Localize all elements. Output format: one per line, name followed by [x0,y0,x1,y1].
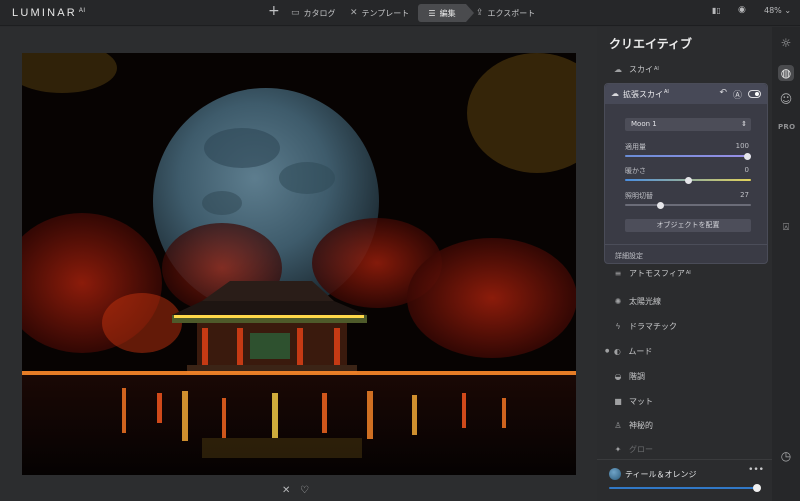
preset-bar: ティール＆オレンジ ••• [597,459,772,501]
active-dot-icon: ● [605,348,610,354]
favorite-heart-icon[interactable]: ♡ [300,485,309,496]
templates-icon: ✕ [350,8,358,18]
ai-badge: AI [664,89,669,95]
sun-essentials-icon[interactable]: ☼ [778,35,794,51]
preset-amount-knob[interactable] [753,484,761,492]
photo-moon-pavilion [22,53,576,475]
slider-amount-value: 100 [735,142,749,150]
export-button[interactable]: ⇪ エクスポート [476,4,535,22]
advanced-settings-row[interactable]: 詳細設定 [605,244,767,264]
atmosphere-icon: ≡ [614,268,622,278]
slider-warmth-label: 暖かさ [625,167,646,175]
templates-button[interactable]: ✕ テンプレート [350,4,409,22]
slider-relight[interactable] [625,201,751,209]
edit-history-icon[interactable]: ⍓ [778,219,794,235]
cloud-icon: ☁ [614,64,622,74]
enable-toggle[interactable] [748,90,761,98]
card-header[interactable]: ☁ 拡張スカイAI ↶ Ⓐ [605,84,767,104]
tool-mystical[interactable]: ♙ 神秘的 [613,418,653,432]
preset-thumbnail[interactable] [609,468,621,480]
augmented-sky-card: ☁ 拡張スカイAI ↶ Ⓐ Moon 1 ⇕ 適用量 100 暖かさ 0 照明切… [604,83,768,264]
add-photos-button[interactable]: + [268,3,280,19]
tool-toning[interactable]: ◒ 階調 [613,369,646,383]
tool-matte[interactable]: ■ マット [613,394,653,408]
tool-glow[interactable]: ✦ グロー [613,442,653,456]
dramatic-icon: ϟ [615,321,621,331]
ai-badge: AI [654,66,659,72]
preset-amount-slider[interactable] [609,487,757,489]
slider-relight-knob[interactable] [657,201,665,209]
card-title: 拡張スカイAI [623,89,669,99]
image-canvas[interactable]: ✕ ♡ [0,27,597,501]
toning-icon: ◒ [614,371,622,381]
smiley-portrait-icon[interactable]: ☺ [778,91,794,107]
folder-icon: ▭ [291,8,300,18]
tool-sunrays[interactable]: ✺ 太陽光線 [613,294,661,308]
panel-title: クリエイティブ [609,37,693,51]
sliders-icon: ☰ [428,8,436,18]
preset-name: ティール＆オレンジ [625,470,697,479]
slider-amount[interactable] [625,152,751,160]
reject-icon[interactable]: ✕ [282,485,290,496]
more-options-icon[interactable]: ••• [748,465,764,475]
slider-relight-label: 照明切替 [625,192,653,200]
top-toolbar: LUMINAR AI + ▭ カタログ ✕ テンプレート ☰ 編集 ⇪ エクスポー… [0,0,800,26]
ai-badge: AI [685,270,691,276]
edit-tab[interactable]: ☰ 編集 [418,4,474,22]
sunrays-icon: ✺ [614,296,622,306]
slider-warmth[interactable] [625,176,751,184]
sky-select[interactable]: Moon 1 ⇕ [625,118,751,131]
place-object-button[interactable]: オブジェクトを配置 [625,219,751,232]
slider-warmth-knob[interactable] [684,176,692,184]
compare-view-icon[interactable]: ▮▯ [712,6,721,15]
tool-category-rail: ☼ ◍ ☺ PRO ⍓ ◷ [772,27,800,501]
slider-amount-label: 適用量 [625,143,646,151]
chevron-updown-icon: ⇕ [741,120,747,128]
undo-icon[interactable]: ↶ [719,88,727,101]
luminar-app: LUMINAR AI + ▭ カタログ ✕ テンプレート ☰ 編集 ⇪ エクスポー… [0,0,800,501]
tool-dramatic[interactable]: ϟ ドラマチック [613,319,677,333]
matte-icon: ■ [614,396,622,406]
clock-history-icon[interactable]: ◷ [778,448,794,464]
glow-icon: ✦ [614,444,622,454]
catalog-button[interactable]: ▭ カタログ [291,4,336,22]
mystical-icon: ♙ [614,420,622,430]
tool-atmosphere[interactable]: ≡ アトモスフィア AI [613,266,691,280]
zoom-level[interactable]: 48% ⌄ [764,6,791,15]
app-logo: LUMINAR AI [12,7,86,19]
palette-creative-icon[interactable]: ◍ [778,65,794,81]
pro-tools-label[interactable]: PRO [778,123,795,131]
tool-sky[interactable]: ☁ スカイ AI [613,62,659,76]
mood-icon: ◐ [613,346,621,356]
eye-icon[interactable]: ◉ [738,5,746,15]
tool-mood[interactable]: ● ◐ ムード [605,344,652,358]
slider-relight-value: 27 [740,191,749,199]
slider-warmth-value: 0 [744,166,749,174]
cloud-icon: ☁ [611,89,619,98]
photo-preview[interactable] [22,53,576,475]
export-icon: ⇪ [476,8,484,18]
mask-icon[interactable]: Ⓐ [733,88,742,101]
slider-amount-knob[interactable] [744,152,751,160]
